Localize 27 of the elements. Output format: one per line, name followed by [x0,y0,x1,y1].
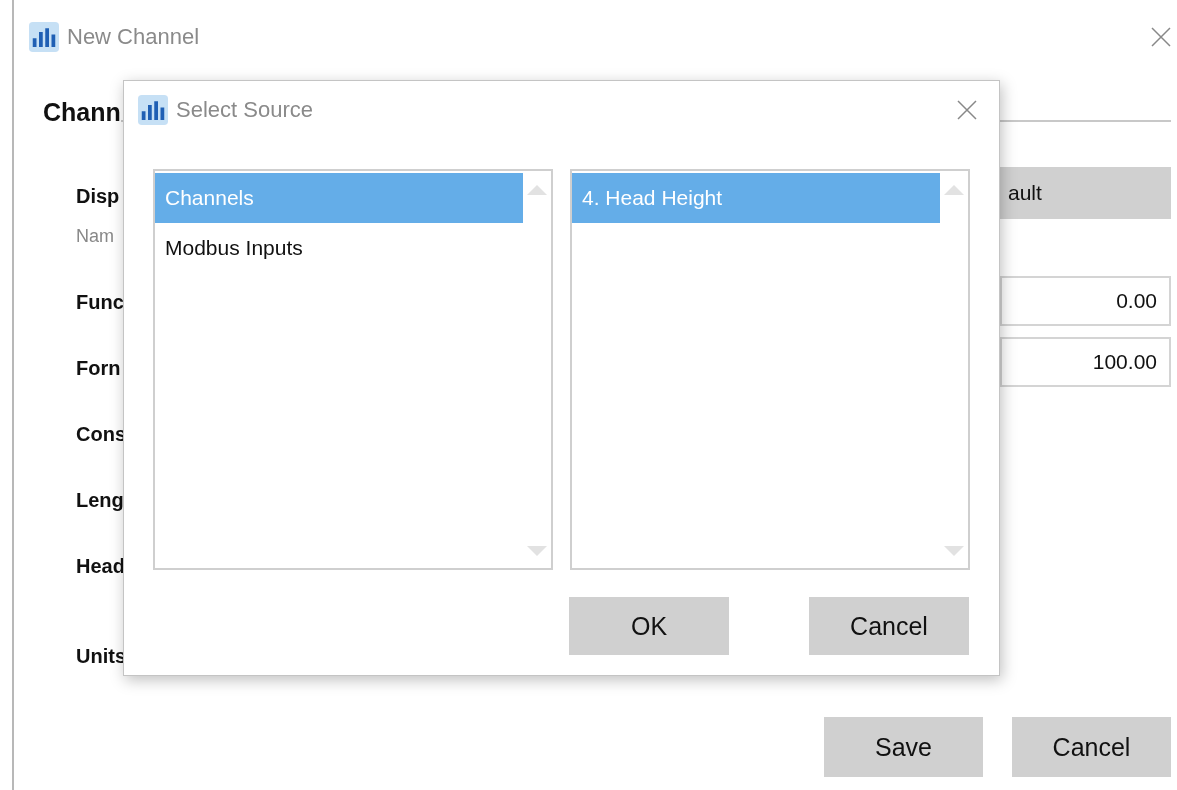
field-label: Head [76,554,126,578]
ok-button[interactable]: OK [569,597,729,655]
close-icon[interactable] [1151,27,1171,47]
bar-chart-icon [138,95,168,125]
scroll-up-icon[interactable] [944,183,964,195]
scroll-down-icon[interactable] [527,546,547,558]
hint-text: Nam [76,225,115,248]
cancel-button[interactable]: Cancel [809,597,969,655]
field-label: Forn [76,356,122,380]
section-heading: Chann [43,97,121,128]
field-label: Cons [76,422,126,446]
list-item[interactable]: Modbus Inputs [155,223,523,273]
scroll-down-icon[interactable] [944,546,964,558]
cancel-button[interactable]: Cancel [1012,717,1171,777]
window-title: New Channel [67,24,200,50]
field-label: Units [76,644,126,668]
dialog-title: Select Source [176,97,313,123]
number-field[interactable]: 100.00 [1000,337,1171,387]
field-label: Leng [76,488,125,512]
default-button[interactable]: ault [1000,167,1171,219]
field-label: Disp [76,184,121,208]
close-icon[interactable] [957,100,977,120]
bar-chart-icon [29,22,59,52]
field-label: Func [76,290,125,314]
number-field[interactable]: 0.00 [1000,276,1171,326]
save-button[interactable]: Save [824,717,983,777]
scroll-up-icon[interactable] [527,183,547,195]
